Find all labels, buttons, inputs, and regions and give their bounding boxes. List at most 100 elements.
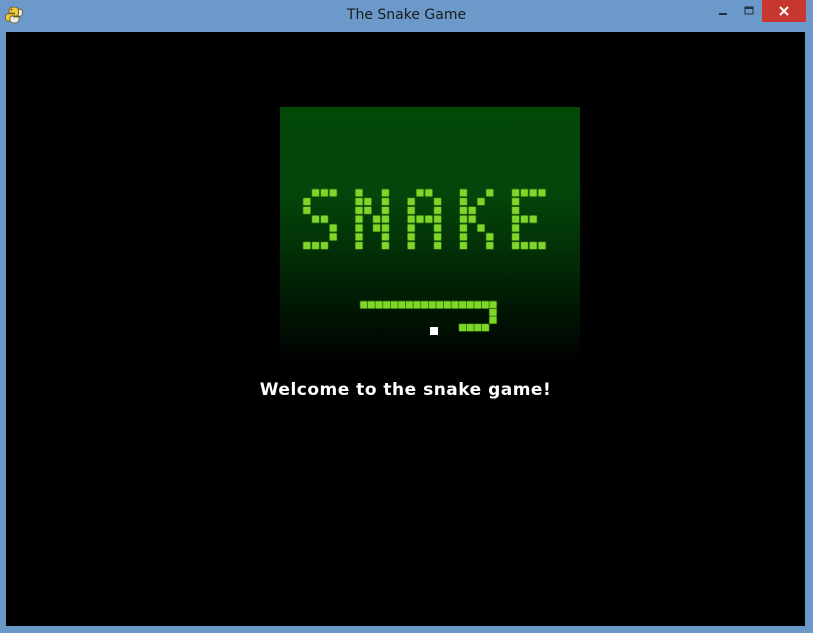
snake-segment: [481, 300, 490, 309]
logo-block: [311, 215, 320, 224]
splash-image: [280, 107, 580, 362]
snake-segment: [390, 300, 399, 309]
snake-segment: [443, 300, 452, 309]
snake-segment: [405, 300, 414, 309]
snake-segment: [488, 300, 498, 309]
snake-segment: [412, 300, 422, 309]
logo-block: [407, 223, 416, 233]
logo-block: [433, 232, 442, 241]
logo-block: [511, 223, 520, 233]
snake-segment: [397, 300, 406, 309]
welcome-message: Welcome to the snake game!: [259, 380, 552, 400]
logo-block: [381, 188, 390, 197]
logo-block: [485, 188, 494, 197]
logo-block: [459, 223, 468, 233]
logo-block: [459, 206, 468, 215]
logo-block: [320, 215, 329, 224]
logo-block: [372, 223, 381, 233]
logo-block: [529, 188, 538, 197]
logo-block: [468, 206, 477, 215]
maximize-button[interactable]: [736, 0, 762, 22]
logo-block: [415, 188, 425, 197]
logo-block: [433, 241, 442, 250]
logo-block: [459, 232, 468, 241]
logo-block: [529, 241, 538, 250]
logo-block: [407, 197, 416, 206]
logo-block: [302, 241, 311, 250]
logo-block: [459, 215, 468, 224]
logo-block: [354, 241, 364, 250]
snake-sprite: [359, 300, 498, 332]
snake-segment: [473, 300, 482, 309]
logo-block: [381, 215, 390, 224]
logo-block: [476, 197, 486, 206]
logo-block: [372, 215, 381, 224]
logo-block: [511, 206, 520, 215]
logo-block: [320, 241, 329, 250]
snake-segment: [367, 300, 376, 309]
logo-block: [320, 188, 329, 197]
snake-segment: [359, 300, 368, 309]
logo-block: [424, 215, 433, 224]
logo-block: [520, 188, 529, 197]
logo-block: [511, 215, 520, 224]
logo-block: [485, 241, 494, 250]
title-bar[interactable]: The Snake Game: [0, 0, 813, 32]
logo-block: [363, 197, 372, 206]
splash-graphic: [302, 188, 547, 335]
logo-block: [381, 241, 390, 250]
logo-block: [354, 232, 364, 241]
game-canvas[interactable]: Welcome to the snake game!: [6, 32, 805, 626]
logo-block: [459, 197, 468, 206]
snake-segment: [374, 300, 384, 309]
logo-block: [407, 241, 416, 250]
logo-block: [511, 197, 520, 206]
snake-segment: [466, 323, 475, 332]
logo-block: [468, 215, 477, 224]
logo-block: [459, 188, 468, 197]
snake-segment: [428, 300, 437, 309]
logo-block: [459, 241, 468, 250]
logo-block: [311, 241, 320, 250]
logo-block: [485, 232, 494, 241]
logo-block: [329, 223, 338, 233]
snake-segment: [435, 300, 444, 309]
snake-segment: [488, 308, 498, 317]
close-icon: [779, 6, 789, 16]
snake-segment: [466, 300, 475, 309]
logo-block: [407, 232, 416, 241]
logo-block: [424, 188, 433, 197]
logo-block: [381, 223, 390, 233]
snake-segment: [458, 300, 467, 309]
logo-block: [537, 241, 547, 250]
logo-block: [354, 206, 364, 215]
logo-block: [354, 188, 364, 197]
logo-block: [354, 223, 364, 233]
snake-segment: [473, 323, 482, 332]
food-pellet: [430, 327, 438, 335]
logo-block: [329, 232, 338, 241]
logo-block: [407, 215, 416, 224]
logo-block: [363, 206, 372, 215]
logo-block: [511, 188, 520, 197]
window-title: The Snake Game: [346, 7, 467, 23]
minimize-button[interactable]: [710, 0, 736, 22]
snake-segment: [450, 300, 460, 309]
logo-block: [433, 197, 442, 206]
logo-block: [302, 206, 311, 215]
logo-block: [407, 206, 416, 215]
snake-segment: [420, 300, 429, 309]
snake-segment: [481, 323, 490, 332]
logo-block: [433, 215, 442, 224]
close-button[interactable]: [762, 0, 806, 22]
logo-block: [520, 241, 529, 250]
snake-segment: [382, 300, 391, 309]
logo-block: [381, 232, 390, 241]
logo-block: [433, 206, 442, 215]
maximize-icon: [744, 6, 754, 15]
game-window: The Snake Game Welcome to the snake game…: [0, 0, 813, 633]
logo-block: [311, 188, 320, 197]
logo-block: [511, 241, 520, 250]
logo-block: [329, 188, 338, 197]
logo-block: [415, 215, 425, 224]
